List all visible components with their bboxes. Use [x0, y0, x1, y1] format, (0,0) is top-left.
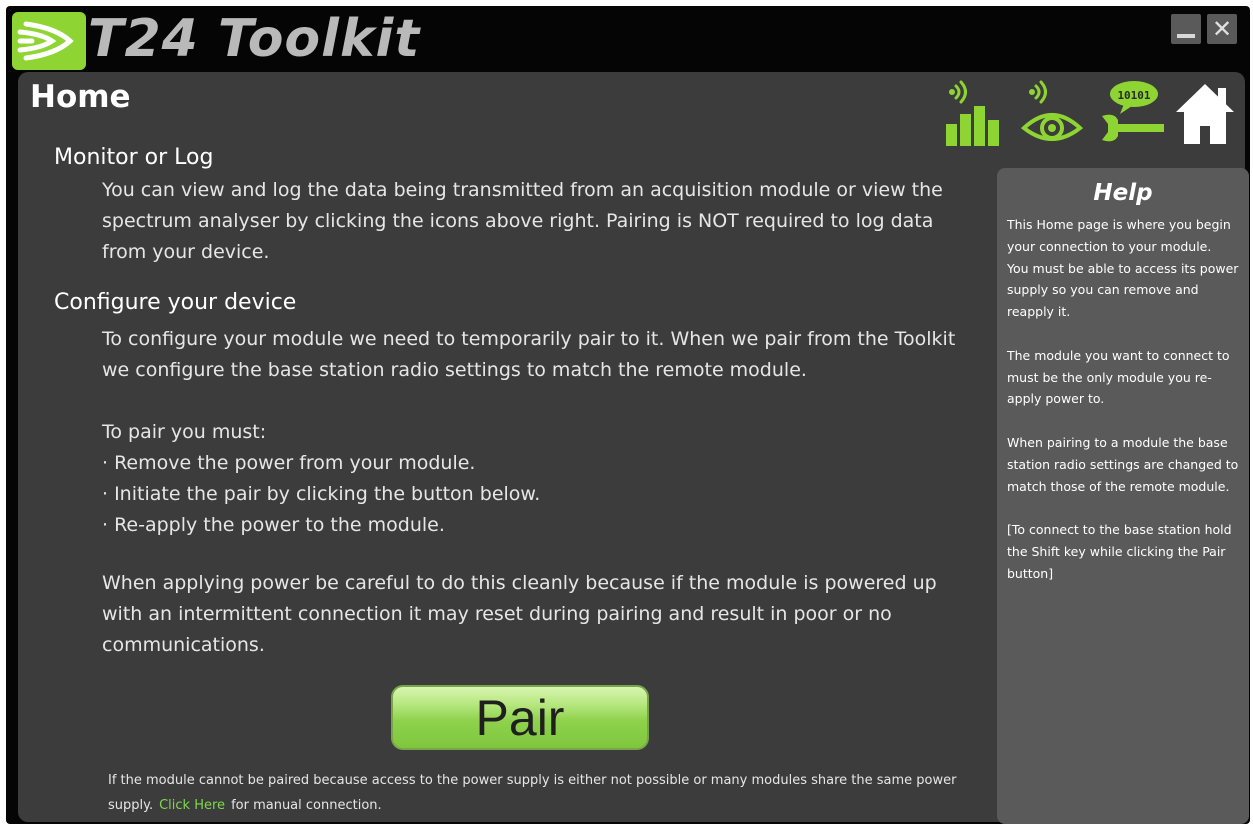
manual-connection-note: If the module cannot be paired because a…	[108, 768, 978, 818]
app-logo-icon	[12, 12, 86, 70]
monitor-text: You can view and log the data being tran…	[102, 179, 943, 263]
pair-instructions-label: To pair you must:	[102, 421, 267, 443]
home-icon[interactable]	[1174, 80, 1236, 146]
close-icon: ✕	[1211, 15, 1233, 43]
footer-text-after: for manual connection.	[231, 798, 382, 813]
help-panel: Help This Home page is where you begin y…	[997, 168, 1249, 824]
config-wrench-icon[interactable]: 10101	[1098, 80, 1168, 148]
config-icon-text: 10101	[1117, 89, 1150, 102]
pair-step: · Remove the power from your module.	[102, 452, 476, 474]
monitor-heading: Monitor or Log	[54, 145, 214, 170]
app-window: T24 Toolkit ✕ Home 10101 Monitor or Log …	[6, 6, 1250, 824]
page-title: Home	[30, 79, 131, 115]
power-note: When applying power be careful to do thi…	[102, 572, 937, 656]
monitor-eye-icon[interactable]	[1020, 80, 1084, 146]
main-panel: Home 10101 Monitor or Log You can view a…	[18, 72, 1249, 824]
close-button[interactable]: ✕	[1207, 14, 1237, 44]
pair-step: · Initiate the pair by clicking the butt…	[102, 483, 541, 505]
minimize-button[interactable]	[1171, 14, 1201, 44]
pair-button-label: Pair	[475, 690, 565, 746]
manual-connection-link[interactable]: Click Here	[153, 798, 231, 813]
configure-text: To configure your module we need to temp…	[102, 328, 956, 381]
pair-button[interactable]: Pair	[391, 685, 649, 750]
signal-bars-icon[interactable]	[944, 80, 1000, 146]
pair-step: · Re-apply the power to the module.	[102, 514, 445, 536]
help-body: This Home page is where you begin your c…	[1007, 217, 1239, 581]
help-title: Help	[1093, 180, 1153, 206]
minimize-icon	[1177, 34, 1195, 38]
app-title: T24 Toolkit	[88, 9, 421, 69]
configure-heading: Configure your device	[54, 290, 297, 315]
